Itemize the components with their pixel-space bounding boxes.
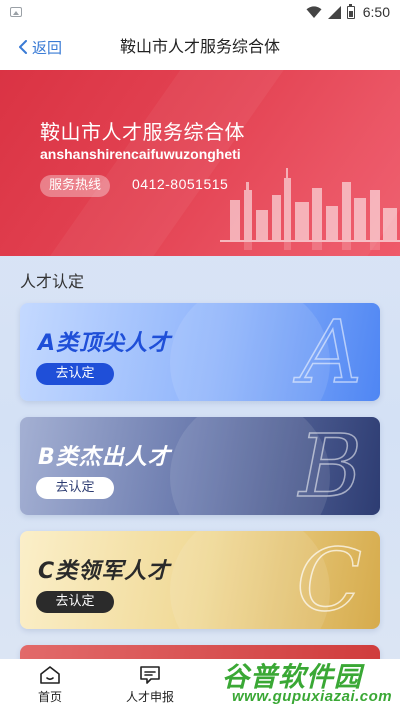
card-letter: A — [299, 303, 363, 401]
image-notification-icon — [10, 7, 22, 17]
status-left — [10, 7, 22, 17]
hotline-number[interactable]: 0412-8051515 — [132, 176, 228, 192]
status-right: 6:50 — [306, 3, 390, 20]
tab-talent-apply[interactable]: 人才申报 — [100, 659, 200, 711]
nav-bar: 返回 鞍山市人才服务综合体 — [0, 24, 400, 70]
hotline-badge: 服务热线 — [40, 175, 111, 197]
talent-card-c[interactable]: C C类领军人才 去认定 — [20, 531, 380, 629]
battery-icon — [346, 3, 355, 19]
hero-pinyin: anshanshirencaifuwuzongheti — [40, 146, 241, 162]
back-button[interactable]: 返回 — [18, 24, 62, 70]
talent-card-a[interactable]: A A类顶尖人才 去认定 — [20, 303, 380, 401]
city-skyline-illustration — [220, 168, 400, 250]
home-icon — [40, 666, 60, 684]
tab-label: 人才申报 — [125, 690, 174, 704]
signal-icon — [327, 5, 341, 19]
card-title: A类顶尖人才 — [38, 331, 172, 356]
card-letter: C — [295, 531, 362, 629]
certify-button[interactable]: 去认定 — [36, 477, 114, 499]
hero-title: 鞍山市人才服务综合体 — [40, 120, 245, 144]
card-title: B类杰出人才 — [38, 445, 171, 470]
bottom-tab-bar: 首页 人才申报 — [0, 659, 400, 711]
back-label: 返回 — [32, 38, 63, 57]
certify-button[interactable]: 去认定 — [36, 363, 114, 385]
card-letter: B — [298, 417, 363, 515]
message-icon — [140, 666, 160, 684]
status-bar: 6:50 — [0, 0, 400, 24]
talent-card-b[interactable]: B B类杰出人才 去认定 — [20, 417, 380, 515]
wifi-icon — [306, 6, 322, 18]
page: 6:50 返回 鞍山市人才服务综合体 鞍山市人才服务综合体 anshanshir… — [0, 0, 400, 711]
section-title: 人才认定 — [20, 272, 85, 291]
tab-home[interactable]: 首页 — [0, 659, 100, 711]
certify-button[interactable]: 去认定 — [36, 591, 114, 613]
chevron-left-icon — [19, 40, 27, 54]
status-time: 6:50 — [362, 4, 390, 20]
card-title: C类领军人才 — [38, 559, 171, 584]
hero-banner: 鞍山市人才服务综合体 anshanshirencaifuwuzongheti 服… — [0, 70, 400, 256]
tab-label: 首页 — [37, 690, 62, 704]
